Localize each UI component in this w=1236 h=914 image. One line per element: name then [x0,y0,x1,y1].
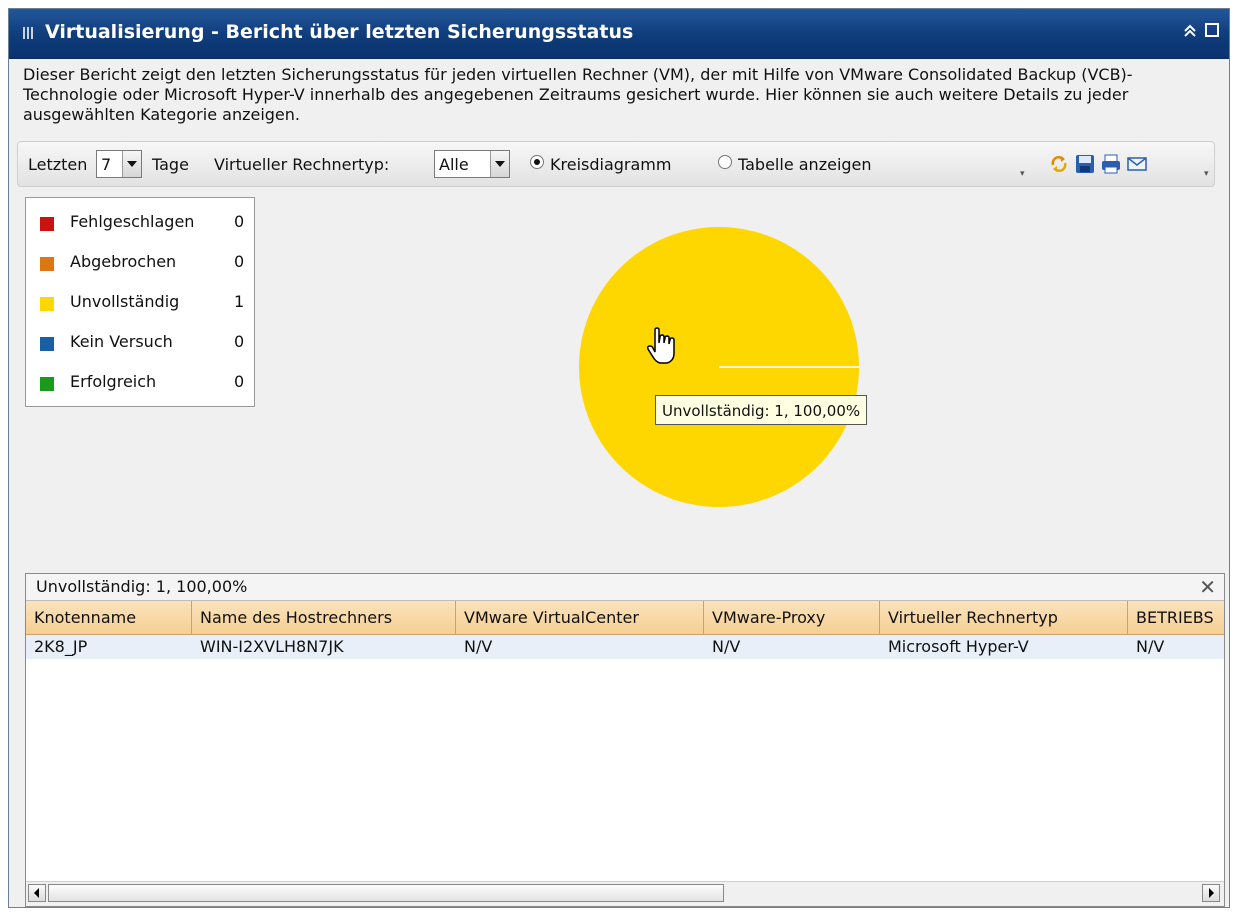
collapse-icon[interactable] [1181,23,1199,41]
pie-tooltip: Unvollständig: 1, 100,00% [655,395,868,425]
print-icon[interactable] [1100,153,1122,175]
report-panel: Virtualisierung - Bericht über letzten S… [8,8,1230,908]
legend-count: 0 [234,332,245,351]
legend-item[interactable]: Fehlgeschlagen 0 [40,212,250,234]
scrollbar-thumb[interactable] [48,884,724,902]
legend-label: Abgebrochen [70,252,177,271]
legend-swatch [40,297,54,311]
vm-type-value: Alle [439,155,469,174]
legend-swatch [40,257,54,271]
legend-count: 0 [234,212,245,231]
last-label: Letzten [28,155,88,174]
table-cell: N/V [712,637,741,656]
vm-type-label: Virtueller Rechnertyp: [214,155,390,174]
column-header-host-name[interactable]: Name des Hostrechners [192,601,456,635]
detail-table: Knotenname Name des Hostrechners VMware … [26,601,1224,881]
legend-item[interactable]: Abgebrochen 0 [40,252,250,274]
days-select[interactable]: 7 [96,150,142,178]
chevron-down-icon[interactable] [122,151,141,177]
column-header-node-name[interactable]: Knotenname [26,601,192,635]
column-header-vm-type[interactable]: Virtueller Rechnertyp [880,601,1128,635]
legend-item[interactable]: Kein Versuch 0 [40,332,250,354]
drag-grip-icon[interactable] [23,27,35,39]
email-icon[interactable] [1126,153,1148,175]
table-view-radio[interactable] [718,155,732,169]
days-value: 7 [101,155,112,174]
vm-type-select[interactable]: Alle [434,150,510,178]
table-cell: WIN-I2XVLH8N7JK [200,637,344,656]
status-pie-chart[interactable] [569,217,869,517]
legend-count: 0 [234,372,245,391]
hand-cursor-icon [645,327,677,367]
table-cell: Microsoft Hyper-V [888,637,1029,656]
chart-legend: Fehlgeschlagen 0 Abgebrochen 0 Unvollständig… [25,197,255,407]
report-description: Dieser Bericht zeigt den letzten Sicheru… [23,65,1133,124]
legend-swatch [40,337,54,351]
save-icon[interactable] [1074,153,1096,175]
window-title: Virtualisierung - Bericht über letzten S… [45,21,634,43]
legend-swatch [40,217,54,231]
refresh-icon[interactable] [1048,153,1070,175]
legend-label: Erfolgreich [70,372,157,391]
scroll-right-icon[interactable] [1202,884,1220,902]
column-header-os[interactable]: BETRIEBS [1128,601,1224,635]
table-cell: N/V [1136,637,1165,656]
legend-label: Unvollständig [70,292,180,311]
toolbar-overflow-icon-2[interactable]: ▾ [1204,170,1212,179]
pie-chart-radio[interactable] [530,155,544,169]
chevron-down-icon[interactable] [490,151,509,177]
table-view-option-label[interactable]: Tabelle anzeigen [738,155,872,174]
legend-label: Fehlgeschlagen [70,212,195,231]
legend-count: 1 [234,292,245,311]
legend-label: Kein Versuch [70,332,173,351]
table-cell: N/V [464,637,493,656]
days-label: Tage [152,155,189,174]
scroll-left-icon[interactable] [28,884,46,902]
pie-chart-option-label[interactable]: Kreisdiagramm [550,155,671,174]
close-icon[interactable]: ✕ [1199,575,1216,599]
legend-item[interactable]: Erfolgreich 0 [40,372,250,394]
detail-panel: Unvollständig: 1, 100,00% ✕ Knotenname N… [25,573,1225,907]
column-header-proxy[interactable]: VMware-Proxy [704,601,880,635]
maximize-icon[interactable] [1203,23,1221,41]
table-cell: 2K8_JP [34,637,88,656]
horizontal-scrollbar[interactable] [26,881,1224,906]
toolbar-overflow-icon[interactable]: ▾ [1020,170,1028,179]
detail-header: Unvollständig: 1, 100,00% ✕ [26,574,1224,601]
legend-swatch [40,377,54,391]
report-toolbar: Letzten 7 Tage Virtueller Rechnertyp: Al… [17,141,1215,187]
detail-title: Unvollständig: 1, 100,00% [36,577,248,596]
column-header-virtualcenter[interactable]: VMware VirtualCenter [456,601,704,635]
legend-count: 0 [234,252,245,271]
legend-item[interactable]: Unvollständig 1 [40,292,250,314]
title-bar: Virtualisierung - Bericht über letzten S… [9,9,1229,59]
